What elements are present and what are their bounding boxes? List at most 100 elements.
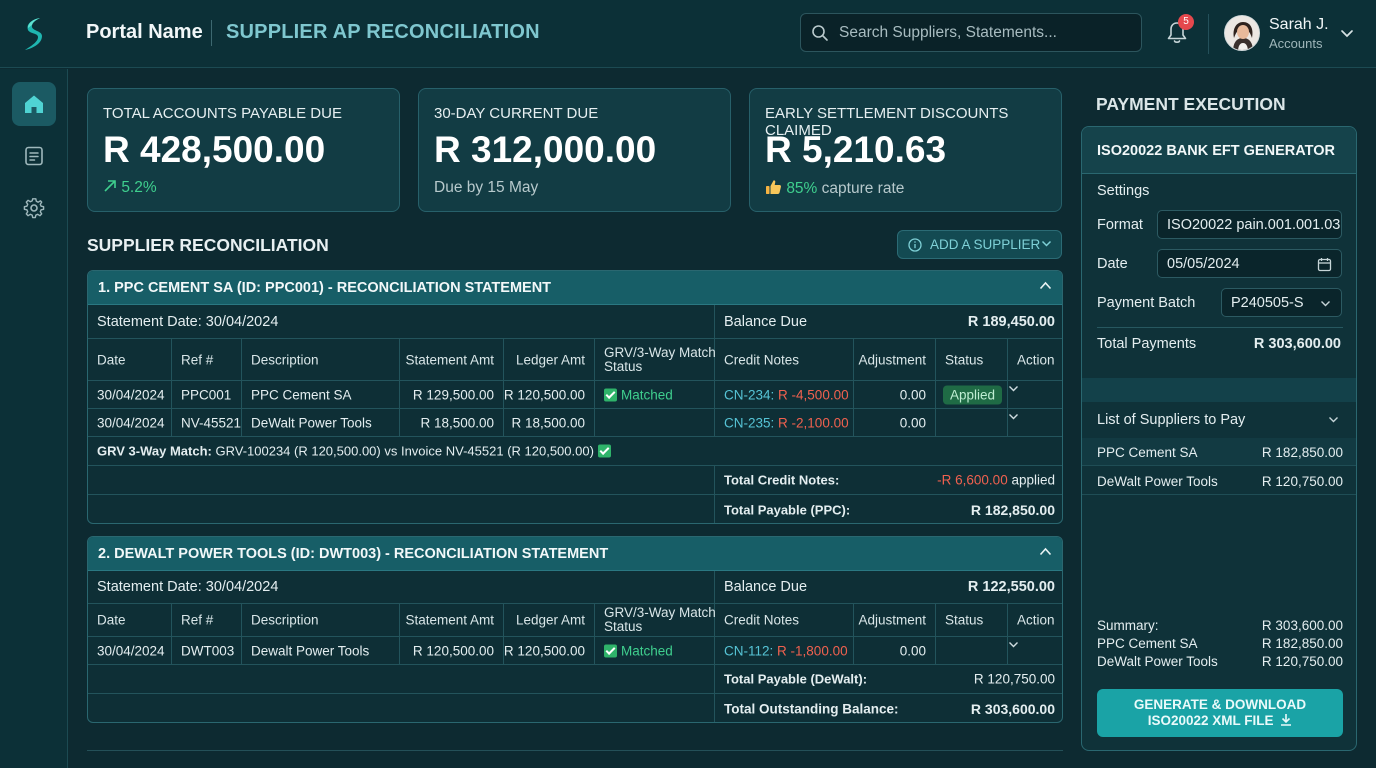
- total-payments-label: Total Payments: [1097, 336, 1197, 352]
- table-row: 30/04/2024 DWT003 Dewalt Power Tools R 1…: [88, 637, 1062, 665]
- date-value: 05/05/2024: [1167, 256, 1240, 272]
- total-payable-label: Total Payable (DeWalt):: [724, 671, 868, 687]
- chevron-up-icon[interactable]: [1039, 547, 1052, 556]
- kpi-capture-rate: 85%: [786, 180, 818, 197]
- kpi-card-discounts: EARLY SETTLEMENT DISCOUNTS CLAIMED R 5,2…: [749, 88, 1062, 212]
- avatar[interactable]: [1224, 15, 1260, 51]
- date-field[interactable]: 05/05/2024: [1157, 249, 1342, 278]
- chevron-down-icon[interactable]: [1008, 413, 1019, 421]
- download-icon: [1281, 714, 1292, 726]
- col-description: Description: [251, 352, 319, 367]
- row-adjustment: 0.00: [899, 643, 926, 658]
- sidebar-item-home[interactable]: [12, 82, 56, 126]
- grv-note: GRV 3-Way Match: GRV-100234 (R 120,500.0…: [97, 444, 615, 459]
- row-ref: PPC001: [181, 387, 232, 402]
- document-icon: [25, 146, 43, 166]
- statement-dewalt: 2. DEWALT POWER TOOLS (ID: DWT003) - REC…: [87, 536, 1063, 723]
- search-input[interactable]: [839, 14, 1135, 51]
- credit-note-amt: R -4,500.00: [778, 387, 849, 402]
- total-row: Total Credit Notes: -R 6,600.00 applied: [88, 466, 1062, 495]
- statement-date: Statement Date: 30/04/2024: [97, 313, 279, 330]
- list-item[interactable]: DeWalt Power Tools R 120,750.00: [1082, 467, 1356, 495]
- row-credit-note: CN-234: R -4,500.00: [724, 387, 849, 402]
- statement-date-row: Statement Date: 30/04/2024 Balance Due R…: [88, 571, 1062, 604]
- total-outstanding-value: R 303,600.00: [970, 701, 1055, 717]
- row-grv-status: Matched: [604, 387, 673, 402]
- home-icon: [25, 95, 43, 113]
- add-supplier-button[interactable]: ADD A SUPPLIER: [897, 230, 1062, 259]
- chevron-down-icon[interactable]: [1328, 416, 1339, 424]
- add-supplier-label: ADD A SUPPLIER: [930, 237, 1041, 252]
- statement-date-row: Statement Date: 30/04/2024 Balance Due R…: [88, 305, 1062, 339]
- row-description: DeWalt Power Tools: [251, 415, 372, 430]
- row-ledger-amt: R 18,500.00: [511, 415, 585, 430]
- batch-select[interactable]: P240505-S: [1221, 288, 1342, 317]
- credit-note-ref[interactable]: CN-235:: [724, 415, 774, 430]
- col-ref: Ref #: [181, 352, 214, 367]
- sidebar-item-documents[interactable]: [12, 134, 56, 178]
- credit-note-ref[interactable]: CN-234:: [724, 387, 774, 402]
- chevron-down-icon[interactable]: [1008, 641, 1019, 649]
- check-icon: [604, 644, 617, 657]
- col-ledger-amt: Ledger Amt: [515, 352, 585, 367]
- panel-band: [1082, 378, 1356, 402]
- kpi-label: 30-DAY CURRENT DUE: [434, 105, 599, 122]
- supplier-list-title[interactable]: List of Suppliers to Pay: [1097, 412, 1245, 428]
- sidebar-item-settings[interactable]: [12, 186, 56, 230]
- summary-label: Summary:: [1097, 618, 1159, 633]
- row-grv-status: Matched: [604, 643, 673, 658]
- chevron-down-icon[interactable]: [1008, 385, 1019, 393]
- grv-note-text: GRV-100234 (R 120,500.00) vs Invoice NV-…: [211, 443, 594, 459]
- chevron-down-icon: [1321, 301, 1330, 307]
- user-name[interactable]: Sarah J.: [1269, 16, 1329, 34]
- table-row: 30/04/2024 PPC001 PPC Cement SA R 129,50…: [88, 381, 1062, 409]
- format-field[interactable]: ISO20022 pain.001.001.03: [1157, 210, 1342, 239]
- portal-name: Portal Name: [86, 21, 203, 43]
- summary-line: PPC Cement SA R 182,850.00: [1097, 636, 1343, 651]
- panel-title: ISO20022 BANK EFT GENERATOR: [1097, 143, 1335, 159]
- total-row: Total Payable (PPC): R 182,850.00: [88, 495, 1062, 523]
- col-statement-amt: Statement Amt: [405, 612, 494, 628]
- summary-amount: R 303,600.00: [1261, 618, 1343, 633]
- col-credit-notes: Credit Notes: [724, 352, 800, 367]
- table-row: 30/04/2024 NV-45521 DeWalt Power Tools R…: [88, 409, 1062, 437]
- balance-due-label: Balance Due: [724, 579, 808, 595]
- summary-label: PPC Cement SA: [1097, 636, 1198, 651]
- kpi-change: 5.2%: [121, 179, 157, 196]
- summary-line: Summary: R 303,600.00: [1097, 618, 1343, 633]
- statement-header[interactable]: 1. PPC CEMENT SA (ID: PPC001) - RECONCIL…: [88, 271, 1062, 305]
- row-credit-note: CN-112: R -1,800.00: [724, 643, 848, 658]
- col-ledger-amt: Ledger Amt: [515, 612, 585, 628]
- matched-label: Matched: [621, 387, 673, 402]
- arrow-up-right-icon: [104, 180, 116, 192]
- kpi-sub: 5.2%: [103, 179, 157, 197]
- grv-note-row: GRV 3-Way Match: GRV-100234 (R 120,500.0…: [88, 437, 1062, 466]
- search-box[interactable]: [800, 13, 1142, 52]
- row-description: Dewalt Power Tools: [251, 643, 370, 658]
- list-item[interactable]: PPC Cement SA R 182,850.00: [1082, 438, 1356, 466]
- credit-note-ref[interactable]: CN-112:: [724, 643, 773, 658]
- supplier-name: PPC Cement SA: [1097, 445, 1198, 460]
- col-grv-status: Status: [604, 619, 643, 634]
- col-credit-notes: Credit Notes: [724, 612, 800, 628]
- col-action: Action: [1017, 612, 1055, 628]
- supplier-amount: R 182,850.00: [1261, 445, 1343, 460]
- row-ref: NV-45521: [181, 415, 242, 430]
- chevron-down-icon[interactable]: [1340, 26, 1354, 44]
- col-date: Date: [97, 352, 126, 367]
- notification-badge: 5: [1178, 14, 1194, 30]
- row-statement-amt: R 129,500.00: [412, 387, 494, 402]
- chevron-up-icon[interactable]: [1039, 281, 1052, 290]
- credit-note-amt: R -1,800.00: [777, 643, 848, 658]
- check-icon: [597, 444, 611, 458]
- top-bar: Portal Name SUPPLIER AP RECONCILIATION 5…: [0, 0, 1376, 68]
- chevron-down-icon: [1041, 240, 1052, 247]
- kpi-capture-label: capture rate: [817, 180, 905, 197]
- calendar-icon[interactable]: [1317, 257, 1332, 272]
- batch-label: Payment Batch: [1097, 295, 1196, 311]
- generate-download-button[interactable]: GENERATE & DOWNLOAD ISO20022 XML FILE: [1097, 689, 1343, 737]
- row-credit-note: CN-235: R -2,100.00: [724, 415, 849, 430]
- col-grv: GRV/3-Way Match: [604, 605, 716, 620]
- logo-icon[interactable]: [22, 16, 46, 52]
- statement-header[interactable]: 2. DEWALT POWER TOOLS (ID: DWT003) - REC…: [88, 537, 1062, 571]
